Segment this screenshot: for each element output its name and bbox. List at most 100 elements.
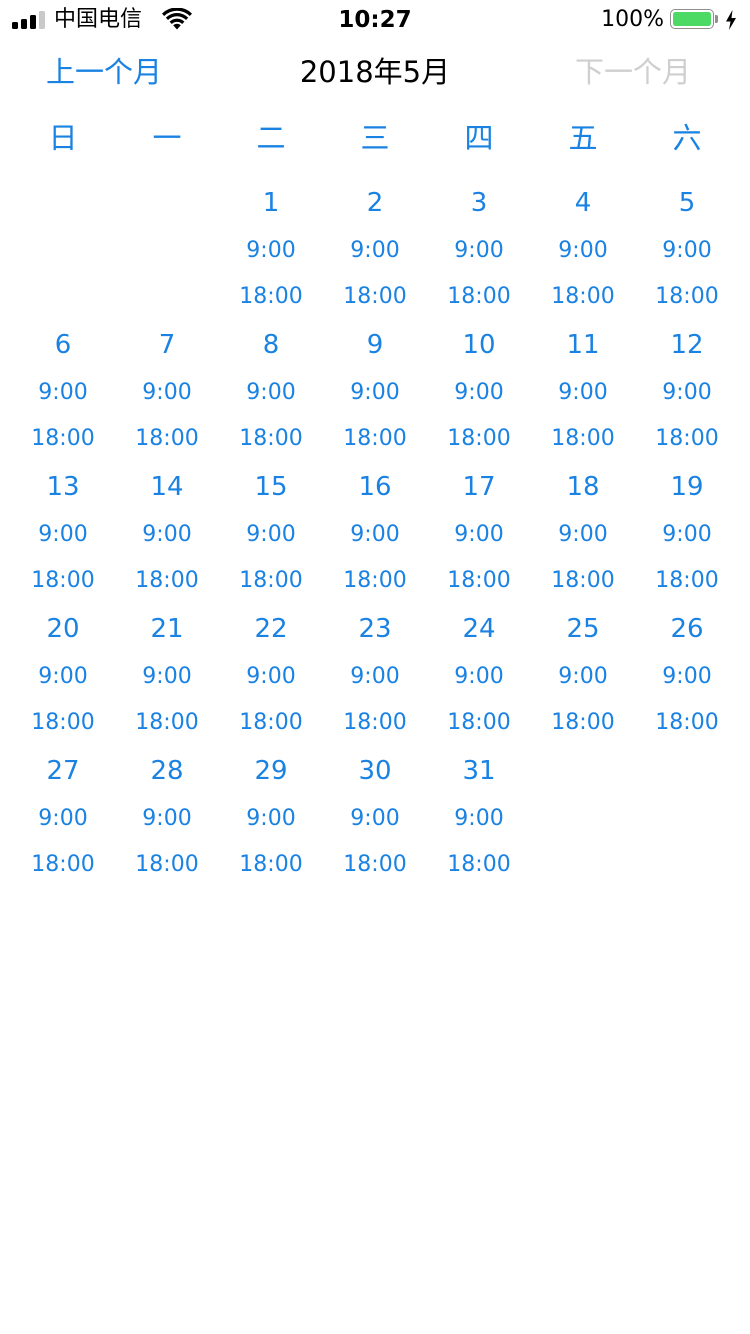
day-number: 22 — [254, 614, 288, 644]
end-time: 18:00 — [551, 710, 615, 735]
day-cell[interactable]: 28 9:00 18:00 — [115, 748, 219, 890]
day-cell[interactable]: 10 9:00 18:00 — [427, 322, 531, 464]
day-cell[interactable]: 16 9:00 18:00 — [323, 464, 427, 606]
end-time: 18:00 — [31, 568, 95, 593]
end-time: 18:00 — [343, 568, 407, 593]
empty-day-cell — [635, 748, 739, 890]
day-number: 17 — [462, 472, 496, 502]
weekday-header: 日 一 二 三 四 五 六 — [11, 118, 739, 162]
calendar-week-row: 6 9:00 18:00 7 9:00 18:00 8 9:00 18:00 9 9:00 18:00… — [11, 322, 739, 464]
empty-day-cell — [115, 180, 219, 322]
calendar-week-row: 13 9:00 18:00 14 9:00 18:00 15 9:00 18:00 16 9:00 1… — [11, 464, 739, 606]
end-time: 18:00 — [655, 426, 719, 451]
day-cell[interactable]: 21 9:00 18:00 — [115, 606, 219, 748]
end-time: 18:00 — [135, 710, 199, 735]
day-cell[interactable]: 22 9:00 18:00 — [219, 606, 323, 748]
start-time: 9:00 — [454, 806, 504, 831]
start-time: 9:00 — [454, 664, 504, 689]
end-time: 18:00 — [447, 852, 511, 877]
start-time: 9:00 — [246, 806, 296, 831]
start-time: 9:00 — [350, 522, 400, 547]
day-number: 16 — [358, 472, 392, 502]
start-time: 9:00 — [454, 380, 504, 405]
day-number: 31 — [462, 756, 496, 786]
day-number: 29 — [254, 756, 288, 786]
weekday-wed: 三 — [360, 121, 390, 155]
day-cell[interactable]: 23 9:00 18:00 — [323, 606, 427, 748]
weekday-sat: 六 — [672, 121, 702, 155]
end-time: 18:00 — [551, 426, 615, 451]
day-cell[interactable]: 1 9:00 18:00 — [219, 180, 323, 322]
weekday-sun: 日 — [48, 121, 78, 155]
empty-day-cell — [531, 748, 635, 890]
charging-bolt-icon — [726, 10, 736, 30]
day-cell[interactable]: 27 9:00 18:00 — [11, 748, 115, 890]
end-time: 18:00 — [447, 568, 511, 593]
day-number: 18 — [566, 472, 600, 502]
day-number: 3 — [470, 188, 488, 218]
end-time: 18:00 — [239, 568, 303, 593]
day-cell[interactable]: 3 9:00 18:00 — [427, 180, 531, 322]
day-number: 23 — [358, 614, 392, 644]
day-cell[interactable]: 4 9:00 18:00 — [531, 180, 635, 322]
day-cell[interactable]: 11 9:00 18:00 — [531, 322, 635, 464]
day-cell[interactable]: 9 9:00 18:00 — [323, 322, 427, 464]
end-time: 18:00 — [655, 568, 719, 593]
end-time: 18:00 — [31, 852, 95, 877]
start-time: 9:00 — [38, 806, 88, 831]
start-time: 9:00 — [350, 380, 400, 405]
end-time: 18:00 — [343, 710, 407, 735]
day-number: 5 — [678, 188, 696, 218]
weekday-fri: 五 — [568, 121, 598, 155]
day-cell[interactable]: 8 9:00 18:00 — [219, 322, 323, 464]
day-cell[interactable]: 5 9:00 18:00 — [635, 180, 739, 322]
day-cell[interactable]: 25 9:00 18:00 — [531, 606, 635, 748]
start-time: 9:00 — [454, 522, 504, 547]
day-number: 14 — [150, 472, 184, 502]
start-time: 9:00 — [558, 380, 608, 405]
end-time: 18:00 — [135, 568, 199, 593]
day-cell[interactable]: 26 9:00 18:00 — [635, 606, 739, 748]
day-number: 30 — [358, 756, 392, 786]
day-cell[interactable]: 7 9:00 18:00 — [115, 322, 219, 464]
end-time: 18:00 — [343, 284, 407, 309]
battery-percentage: 100% — [601, 7, 664, 32]
day-cell[interactable]: 24 9:00 18:00 — [427, 606, 531, 748]
start-time: 9:00 — [38, 380, 88, 405]
day-cell[interactable]: 17 9:00 18:00 — [427, 464, 531, 606]
day-number: 15 — [254, 472, 288, 502]
empty-day-cell — [11, 180, 115, 322]
start-time: 9:00 — [38, 522, 88, 547]
day-number: 9 — [366, 330, 384, 360]
end-time: 18:00 — [343, 852, 407, 877]
weekday-mon: 一 — [152, 121, 182, 155]
end-time: 18:00 — [551, 284, 615, 309]
end-time: 18:00 — [239, 284, 303, 309]
day-number: 21 — [150, 614, 184, 644]
day-cell[interactable]: 15 9:00 18:00 — [219, 464, 323, 606]
day-cell[interactable]: 19 9:00 18:00 — [635, 464, 739, 606]
day-number: 4 — [574, 188, 592, 218]
day-cell[interactable]: 12 9:00 18:00 — [635, 322, 739, 464]
end-time: 18:00 — [343, 426, 407, 451]
end-time: 18:00 — [239, 710, 303, 735]
day-cell[interactable]: 2 9:00 18:00 — [323, 180, 427, 322]
day-cell[interactable]: 29 9:00 18:00 — [219, 748, 323, 890]
calendar-week-row: 27 9:00 18:00 28 9:00 18:00 29 9:00 18:00 30 9:00 1… — [11, 748, 739, 890]
day-number: 20 — [46, 614, 80, 644]
day-cell[interactable]: 14 9:00 18:00 — [115, 464, 219, 606]
start-time: 9:00 — [246, 380, 296, 405]
start-time: 9:00 — [350, 238, 400, 263]
end-time: 18:00 — [447, 284, 511, 309]
start-time: 9:00 — [662, 238, 712, 263]
next-month-button[interactable]: 下一个月 — [575, 52, 691, 92]
day-cell[interactable]: 6 9:00 18:00 — [11, 322, 115, 464]
day-cell[interactable]: 13 9:00 18:00 — [11, 464, 115, 606]
day-cell[interactable]: 30 9:00 18:00 — [323, 748, 427, 890]
day-cell[interactable]: 31 9:00 18:00 — [427, 748, 531, 890]
start-time: 9:00 — [454, 238, 504, 263]
day-cell[interactable]: 18 9:00 18:00 — [531, 464, 635, 606]
day-cell[interactable]: 20 9:00 18:00 — [11, 606, 115, 748]
start-time: 9:00 — [246, 664, 296, 689]
end-time: 18:00 — [239, 852, 303, 877]
